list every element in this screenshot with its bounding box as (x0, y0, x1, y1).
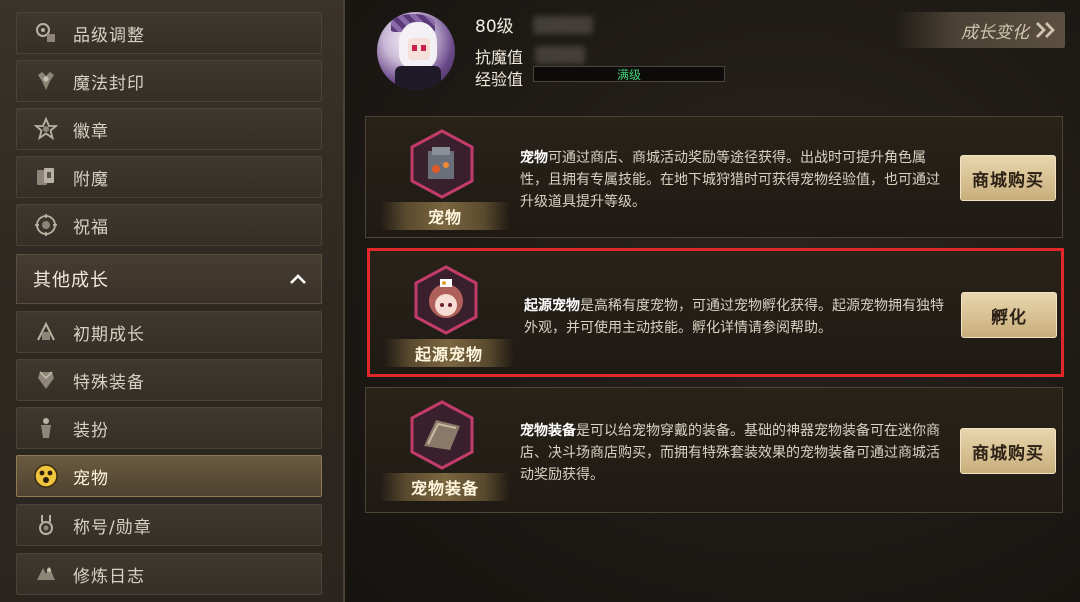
sidebar-item-label: 品级调整 (73, 25, 145, 46)
pet-equipment-card: 宠物装备 宠物装备是可以给宠物穿戴的装备。基础的神器宠物装备可在迷你商店、决斗场… (365, 387, 1063, 513)
sidebar-item-label: 修炼日志 (73, 566, 145, 587)
sidebar-section-other-growth[interactable]: 其他成长 (16, 254, 322, 304)
hatch-button[interactable]: 孵化 (961, 292, 1057, 338)
exp-label: 经验值 (475, 70, 524, 89)
double-chevron-right-icon (1036, 22, 1055, 38)
gem-upgrade-icon (33, 20, 59, 46)
origin-pet-desc-keyword: 起源宠物 (524, 298, 580, 314)
sidebar-item-emblem[interactable]: 徽章 (16, 108, 322, 150)
origin-pet-desc-text: 是高稀有度宠物，可通过宠物孵化获得。起源宠物拥有独特外观，并可使用主动技能。孵化… (524, 298, 944, 336)
magic-seal-icon (33, 68, 59, 94)
sidebar-item-label: 宠物 (73, 468, 109, 489)
character-info: 80级 抗魔值 经验值 满级 (377, 8, 747, 90)
character-avatar (377, 12, 455, 90)
sidebar-item-label: 附魔 (73, 169, 109, 190)
pet-title: 宠物 (427, 208, 462, 227)
pet-equipment-desc-keyword: 宠物装备 (520, 423, 576, 439)
pet-title-bar: 宠物 (380, 202, 510, 230)
blurred-magic-resist-value (535, 46, 585, 64)
pet-description: 宠物可通过商店、商城活动奖励等途径获得。出战时可提升角色属性，且拥有专属技能。在… (520, 147, 950, 213)
pet-icon (33, 463, 59, 489)
blessing-icon (33, 212, 59, 238)
pet-rock-icon (410, 129, 474, 199)
magic-resist-label: 抗魔值 (475, 48, 524, 67)
sidebar-item-special-equipment[interactable]: 特殊装备 (16, 359, 322, 401)
sidebar-item-label: 称号/勋章 (73, 517, 152, 538)
exp-status-text: 满级 (616, 67, 641, 82)
initial-growth-icon (33, 319, 59, 345)
enchant-card-icon (33, 164, 59, 190)
sidebar-item-label: 装扮 (73, 420, 109, 441)
costume-icon (33, 415, 59, 441)
pet-shop-buy-button[interactable]: 商城购买 (960, 155, 1056, 201)
sidebar: 品级调整 魔法封印 徽章 附魔 祝福 其他成长 初期成长 特殊装备 装扮 宠物 … (0, 0, 345, 602)
sidebar-item-magic-seal[interactable]: 魔法封印 (16, 60, 322, 102)
chevron-up-icon (290, 274, 306, 284)
sidebar-item-grade-adjust[interactable]: 品级调整 (16, 12, 322, 54)
main-panel: 80级 抗魔值 经验值 满级 成长变化 宠物 宠物可通过商店、商城活动奖励等途径… (347, 0, 1080, 602)
pet-desc-keyword: 宠物 (520, 150, 548, 166)
exp-progress-bar: 满级 (533, 66, 725, 82)
sidebar-item-title-medal[interactable]: 称号/勋章 (16, 504, 322, 546)
blurred-name (533, 16, 593, 34)
pet-equipment-description: 宠物装备是可以给宠物穿戴的装备。基础的神器宠物装备可在迷你商店、决斗场商店购买，… (520, 420, 950, 486)
origin-pet-title: 起源宠物 (414, 345, 483, 364)
pet-card: 宠物 宠物可通过商店、商城活动奖励等途径获得。出战时可提升角色属性，且拥有专属技… (365, 116, 1063, 238)
sidebar-item-label: 徽章 (73, 121, 109, 142)
origin-pet-card: 起源宠物 起源宠物是高稀有度宠物，可通过宠物孵化获得。起源宠物拥有独特外观，并可… (367, 248, 1064, 377)
growth-change-button[interactable]: 成长变化 (895, 12, 1065, 48)
pet-equipment-icon (410, 400, 474, 470)
emblem-icon (33, 116, 59, 142)
origin-pet-title-bar: 起源宠物 (384, 339, 514, 367)
button-label: 商城购买 (972, 170, 1044, 191)
character-level: 80级 (475, 17, 514, 37)
title-medal-icon (33, 512, 59, 538)
button-label: 商城购买 (972, 443, 1044, 464)
sidebar-item-pet[interactable]: 宠物 (16, 455, 322, 497)
pet-equipment-shop-buy-button[interactable]: 商城购买 (960, 428, 1056, 474)
sidebar-item-initial-growth[interactable]: 初期成长 (16, 311, 322, 353)
sidebar-section-label: 其他成长 (33, 270, 109, 291)
sidebar-item-training-log[interactable]: 修炼日志 (16, 553, 322, 595)
sidebar-item-blessing[interactable]: 祝福 (16, 204, 322, 246)
training-log-icon (33, 561, 59, 587)
sidebar-item-label: 魔法封印 (73, 73, 145, 94)
pet-desc-text: 可通过商店、商城活动奖励等途径获得。出战时可提升角色属性，且拥有专属技能。在地下… (520, 150, 940, 210)
button-label: 孵化 (991, 307, 1027, 328)
sidebar-item-label: 初期成长 (73, 324, 145, 345)
origin-pet-description: 起源宠物是高稀有度宠物，可通过宠物孵化获得。起源宠物拥有独特外观，并可使用主动技… (524, 295, 956, 339)
sidebar-item-label: 特殊装备 (73, 372, 145, 393)
origin-pet-girl-icon (414, 265, 478, 335)
sidebar-item-costume[interactable]: 装扮 (16, 407, 322, 449)
sidebar-item-enchant[interactable]: 附魔 (16, 156, 322, 198)
pet-equipment-title-bar: 宠物装备 (380, 473, 510, 501)
growth-change-label: 成长变化 (961, 22, 1029, 43)
pet-equipment-desc-text: 是可以给宠物穿戴的装备。基础的神器宠物装备可在迷你商店、决斗场商店购买，而拥有特… (520, 423, 940, 483)
pet-equipment-title: 宠物装备 (410, 479, 479, 498)
special-equipment-icon (33, 367, 59, 393)
sidebar-item-label: 祝福 (73, 217, 109, 238)
